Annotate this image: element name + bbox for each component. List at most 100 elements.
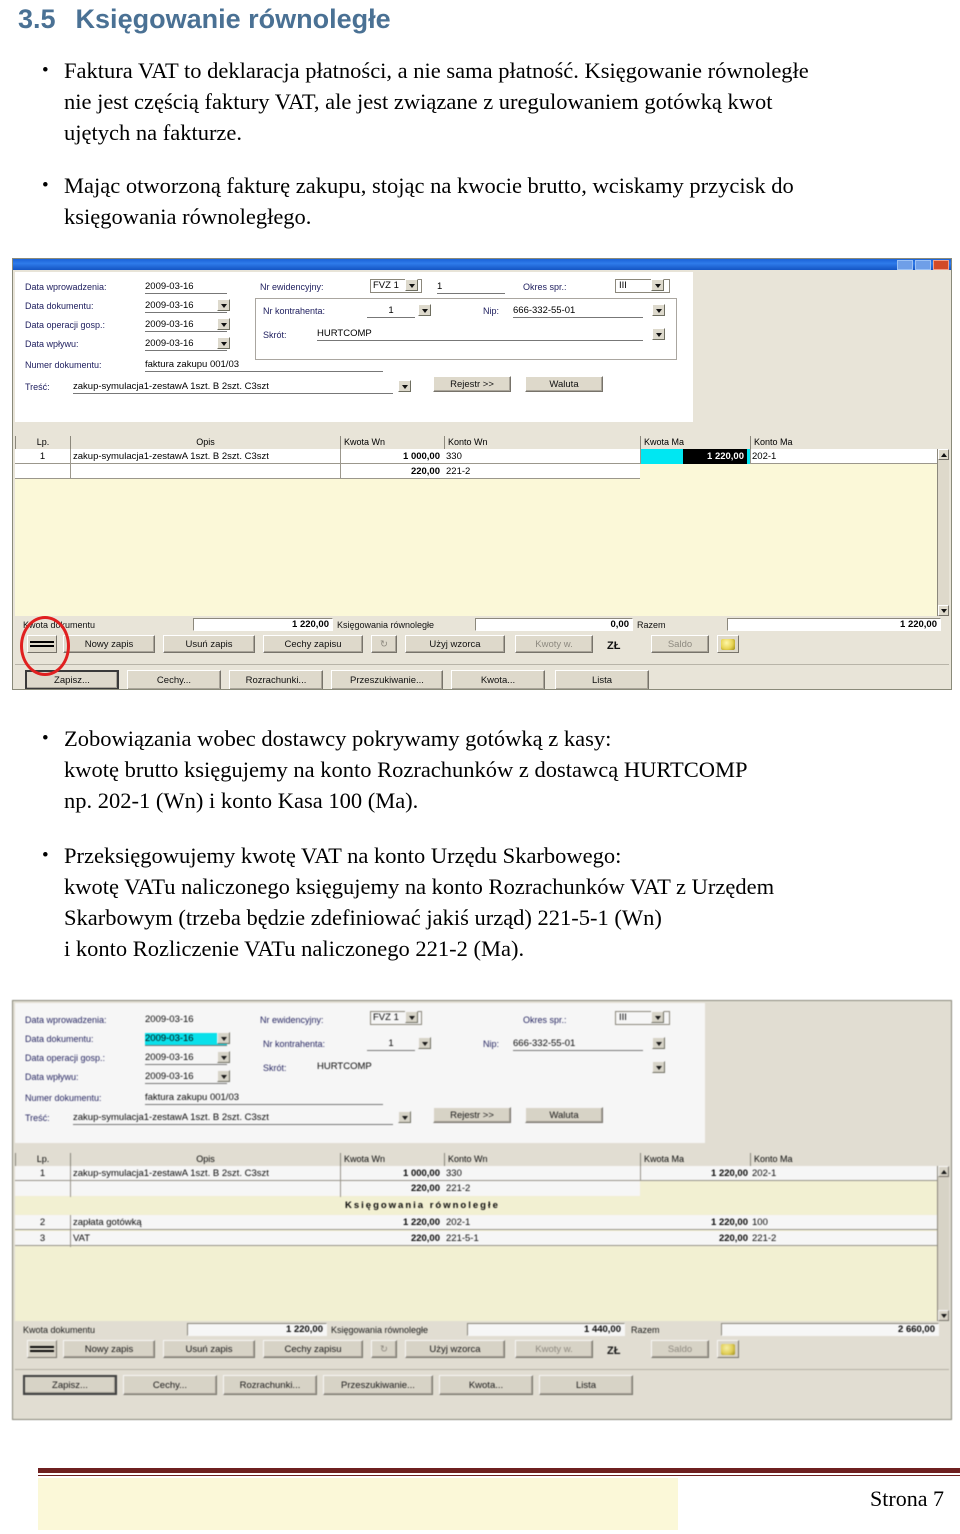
parallel-posting-button[interactable] [27,1340,57,1358]
field-value-data-wplywu[interactable]: 2009-03-16 [145,1071,227,1084]
new-entry-button[interactable]: Nowy zapis [63,635,155,653]
scroll-down-icon[interactable] [938,605,949,616]
grid-col-opis[interactable]: Opis [70,436,340,449]
grid-col-kwota-ma[interactable]: Kwota Ma [640,436,750,449]
grid-scrollbar[interactable] [937,1166,949,1321]
amount-button[interactable]: Kwota... [439,1375,533,1395]
field-value-data-dokumentu[interactable]: 2009-03-16 [145,1033,227,1046]
chevron-down-icon[interactable] [405,279,418,291]
grid-col-lp[interactable]: Lp. [15,436,70,449]
scroll-up-icon[interactable] [938,449,949,460]
field-value-numer-dokumentu[interactable]: faktura zakupu 001/03 [145,359,383,372]
properties-button[interactable]: Cechy... [123,1375,217,1395]
use-template-button[interactable]: Użyj wzorca [405,635,505,653]
field-value-nip[interactable]: 666-332-55-01 [513,305,643,318]
search-button[interactable]: Przeszukiwanie... [323,1375,433,1395]
field-value-skrot[interactable]: HURTCOMP [317,1061,643,1073]
search-button[interactable]: Przeszukiwanie... [331,670,443,689]
grid-col-lp[interactable]: Lp. [15,1153,70,1166]
field-value-tresc[interactable]: zakup-symulacja1-zestawA 1szt. B 2szt. C… [73,1112,393,1125]
register-button[interactable]: Rejestr >> [433,376,511,392]
accounting-window-1[interactable]: Data wprowadzenia: 2009-03-16 Data dokum… [12,258,952,690]
properties-button[interactable]: Cechy... [127,670,221,689]
chevron-down-icon[interactable] [652,1061,665,1073]
grid-col-konto-wn[interactable]: Konto Wn [444,436,640,449]
field-value-nr-kontrahenta[interactable]: 1 [367,305,415,318]
close-icon[interactable] [933,260,949,270]
chevron-down-icon[interactable] [652,1037,665,1049]
field-value-nip[interactable]: 666-332-55-01 [513,1038,643,1051]
table-row[interactable]: 1 zakup-symulacja1-zestawA 1szt. B 2szt.… [15,1166,949,1181]
maximize-icon[interactable] [915,260,931,270]
coins-button[interactable] [717,635,739,653]
heading-number: 3.5 [18,4,56,34]
table-row[interactable]: 3 VAT 220,00 221-5-1 220,00 221-2 [15,1231,949,1246]
chevron-down-icon[interactable] [652,328,665,340]
window-controls[interactable] [897,260,949,270]
chevron-down-icon[interactable] [652,304,665,316]
accounting-window-2[interactable]: Data wprowadzenia: 2009-03-16 Data dokum… [12,1000,952,1420]
postings-grid-2[interactable]: Lp. Opis Kwota Wn Konto Wn Kwota Ma Kont… [15,1153,949,1321]
field-value-numer-dokumentu[interactable]: faktura zakupu 001/03 [145,1092,383,1105]
field-value-tresc[interactable]: zakup-symulacja1-zestawA 1szt. B 2szt. C… [73,381,393,394]
table-row[interactable]: 1 zakup-symulacja1-zestawA 1szt. B 2szt.… [15,449,949,464]
minimize-icon[interactable] [897,260,913,270]
delete-entry-button[interactable]: Usuń zapis [163,1340,255,1358]
chevron-down-icon[interactable] [217,299,230,311]
delete-entry-button[interactable]: Usuń zapis [163,635,255,653]
register-button[interactable]: Rejestr >> [433,1107,511,1123]
grid-col-opis[interactable]: Opis [70,1153,340,1166]
field-value-data-wplywu[interactable]: 2009-03-16 [145,338,227,351]
coins-button[interactable] [717,1340,739,1358]
chevron-down-icon[interactable] [217,1032,230,1044]
save-button[interactable]: Zapisz... [23,1375,117,1395]
scroll-up-icon[interactable] [938,1166,949,1177]
entry-properties-button[interactable]: Cechy zapisu [263,1340,363,1358]
chevron-down-icon[interactable] [651,279,664,291]
list-button[interactable]: Lista [539,1375,633,1395]
window-titlebar[interactable] [13,259,951,270]
field-value-data-operacji[interactable]: 2009-03-16 [145,319,227,332]
amount-button[interactable]: Kwota... [451,670,545,689]
field-value-data-dokumentu[interactable]: 2009-03-16 [145,300,227,313]
field-value-reg-number[interactable]: 1 [437,281,505,294]
list-button[interactable]: Lista [555,670,649,689]
new-entry-button[interactable]: Nowy zapis [63,1340,155,1358]
chevron-down-icon[interactable] [418,304,431,316]
field-value-skrot[interactable]: HURTCOMP [317,328,643,341]
grid-col-konto-ma[interactable]: Konto Ma [750,436,937,449]
chevron-down-icon[interactable] [651,1011,664,1023]
currency-button[interactable]: Waluta [525,1107,603,1123]
currency-button[interactable]: Waluta [525,376,603,392]
chevron-down-icon[interactable] [398,1111,411,1123]
parallel-posting-button[interactable] [27,635,57,653]
bullet-line: Zobowiązania wobec dostawcy pokrywamy go… [64,726,612,751]
grid-col-konto-ma[interactable]: Konto Ma [750,1153,937,1166]
save-button[interactable]: Zapisz... [25,670,119,689]
chevron-down-icon[interactable] [217,318,230,330]
field-value-nr-kontrahenta[interactable]: 1 [367,1038,415,1051]
grid-scrollbar[interactable] [937,449,949,616]
postings-grid-1[interactable]: Lp. Opis Kwota Wn Konto Wn Kwota Ma Kont… [15,436,949,616]
grid-col-konto-wn[interactable]: Konto Wn [444,1153,640,1166]
cell-kwota-wn: 1 000,00 [403,451,440,462]
field-value-data-wprowadzenia[interactable]: 2009-03-16 [145,281,227,294]
grid-col-kwota-wn[interactable]: Kwota Wn [340,436,444,449]
chevron-down-icon[interactable] [418,1037,431,1049]
grid-col-kwota-wn[interactable]: Kwota Wn [340,1153,444,1166]
chevron-down-icon[interactable] [217,337,230,349]
chevron-down-icon[interactable] [398,380,411,392]
chevron-down-icon[interactable] [217,1051,230,1063]
grid-col-kwota-ma[interactable]: Kwota Ma [640,1153,750,1166]
table-row[interactable]: 2 zapłata gotówką 1 220,00 202-1 1 220,0… [15,1215,949,1230]
settlements-button[interactable]: Rozrachunki... [223,1375,317,1395]
settlements-button[interactable]: Rozrachunki... [229,670,323,689]
cell-kwota-ma[interactable]: 1 220,00 [683,449,747,464]
entry-properties-button[interactable]: Cechy zapisu [263,635,363,653]
scroll-down-icon[interactable] [938,1310,949,1321]
field-value-data-operacji[interactable]: 2009-03-16 [145,1052,227,1065]
chevron-down-icon[interactable] [405,1011,418,1023]
chevron-down-icon[interactable] [217,1070,230,1082]
field-value-data-wprowadzenia[interactable]: 2009-03-16 [145,1014,227,1026]
use-template-button[interactable]: Użyj wzorca [405,1340,505,1358]
